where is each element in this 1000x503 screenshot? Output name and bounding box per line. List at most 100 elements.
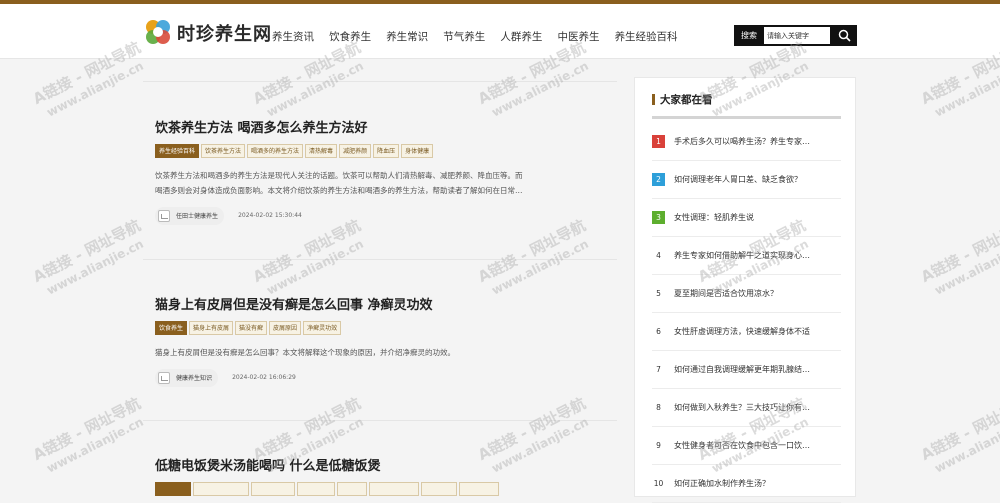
tag[interactable]: 减肥养颜 [339, 144, 372, 158]
tag[interactable] [421, 482, 457, 496]
popular-item-title: 如何通过自我调理缓解更年期乳腺结… [674, 365, 810, 374]
popular-item-title: 夏至期间是否适合饮用凉水？ [674, 289, 778, 298]
tag[interactable]: 清热解毒 [305, 144, 338, 158]
watermark-line: A链接 - 网址导航 [30, 394, 144, 465]
divider [143, 259, 617, 260]
nav-item-health-tips[interactable]: 养生常识 [386, 29, 428, 44]
popular-item[interactable]: 7 如何通过自我调理缓解更年期乳腺结… [652, 351, 841, 389]
watermark-line: A链接 - 网址导航 [918, 216, 1000, 287]
avatar-icon [158, 209, 170, 222]
popular-sidebar: 大家都在看 1 手术后多久可以喝养生汤？养生专家… 2 如何调理老年人胃口差、缺… [634, 77, 856, 503]
nav-item-diet[interactable]: 饮食养生 [329, 29, 371, 44]
rank-badge: 2 [652, 173, 665, 186]
search-label: 搜索 [741, 31, 757, 40]
watermark-line: www.alianjie.cn [44, 414, 146, 476]
nav-item-tcm[interactable]: 中医养生 [557, 29, 599, 44]
article-tags: 饮食养生 猫身上有皮屑 猫没有癣 皮屑原因 净癣灵功效 [155, 321, 343, 335]
article-tags: 养生经验百科 饮茶养生方法 喝酒多的养生方法 清热解毒 减肥养颜 降血压 身体健康 [155, 144, 435, 158]
rank-badge: 4 [656, 251, 661, 260]
popular-item[interactable]: 2 如何调理老年人胃口差、缺乏食欲？ [652, 161, 841, 199]
search-button[interactable] [832, 25, 857, 46]
popular-item[interactable]: 6 女性肝虚调理方法，快速缓解身体不适 [652, 313, 841, 351]
sidebar-title-underline [652, 116, 841, 119]
popular-item-title: 女性健身者可否在饮食中包含一口饮… [674, 441, 810, 450]
watermark: A链接 - 网址导航 www.alianjie.cn [30, 394, 152, 480]
sidebar-title-accent [652, 94, 655, 105]
search-input[interactable] [764, 27, 830, 44]
popular-item-title: 如何调理老年人胃口差、缺乏食欲？ [674, 175, 802, 184]
publish-date: 2024-02-02 16:06:29 [232, 374, 296, 381]
article-title[interactable]: 猫身上有皮屑但是没有癣是怎么回事 净癣灵功效 [155, 294, 433, 313]
rank-badge: 3 [652, 211, 665, 224]
sidebar-title: 大家都在看 [660, 94, 713, 106]
popular-item[interactable]: 3 女性调理：轻肌养生说 [652, 199, 841, 237]
watermark: A链接 - 网址导航 www.alianjie.cn [918, 216, 1000, 302]
tag[interactable]: 喝酒多的养生方法 [247, 144, 304, 158]
article-title[interactable]: 饮茶养生方法 喝酒多怎么养生方法好 [155, 117, 368, 136]
article-meta: 任田士健康养生 2024-02-02 15:30:44 [155, 205, 302, 225]
nav-item-health-news[interactable]: 养生资讯 [272, 29, 314, 44]
article-item: 饮茶养生方法 喝酒多怎么养生方法好 养生经验百科 饮茶养生方法 喝酒多的养生方法 清热… [143, 117, 617, 237]
tag[interactable] [297, 482, 335, 496]
popular-item-title: 如何正确加水制作养生汤？ [674, 479, 770, 488]
avatar-icon [158, 371, 170, 384]
rank-badge: 8 [656, 403, 661, 412]
tag[interactable]: 身体健康 [401, 144, 434, 158]
watermark: A链接 - 网址导航 www.alianjie.cn [30, 216, 152, 302]
rank-badge: 1 [652, 135, 665, 148]
popular-item-title: 女性肝虚调理方法，快速缓解身体不适 [674, 327, 810, 336]
nav-item-groups[interactable]: 人群养生 [500, 29, 542, 44]
rank-badge: 6 [656, 327, 661, 336]
site-header: 时珍养生网 养生资讯 饮食养生 养生常识 节气养生 人群养生 中医养生 养生经验… [0, 4, 1000, 59]
nav-item-encyclopedia[interactable]: 养生经验百科 [615, 29, 678, 44]
publish-date: 2024-02-02 15:30:44 [238, 212, 302, 219]
author-chip[interactable]: 任田士健康养生 [155, 206, 225, 225]
popular-item-title: 如何做到入秋养生？三大技巧让你有… [674, 403, 810, 412]
watermark-line: www.alianjie.cn [44, 236, 146, 298]
tag[interactable]: 净癣灵功效 [303, 321, 342, 335]
divider [143, 420, 617, 421]
article-excerpt: 饮茶养生方法和喝酒多的养生方法是现代人关注的话题。饮茶可以帮助人们清热解毒、减肥… [155, 168, 601, 198]
search-icon [838, 29, 851, 42]
popular-item[interactable]: 8 如何做到入秋养生？三大技巧让你有… [652, 389, 841, 427]
excerpt-line: 喝酒多则会对身体造成负面影响。本文将介绍饮茶的养生方法和喝酒多的养生方法，帮助读… [155, 186, 523, 195]
article-item: 低糖电饭煲米汤能喝吗 什么是低糖饭煲 [143, 455, 617, 496]
popular-item-title: 养生专家如何借助解牛之道实现身心… [674, 251, 810, 260]
tag[interactable] [337, 482, 367, 496]
category-tag[interactable]: 养生经验百科 [155, 144, 200, 158]
tag[interactable]: 猫没有癣 [235, 321, 268, 335]
watermark: A链接 - 网址导航 www.alianjie.cn [918, 394, 1000, 480]
category-tag[interactable] [155, 482, 191, 496]
author-chip[interactable]: 健康养生知识 [155, 368, 219, 387]
tag[interactable]: 皮屑原因 [269, 321, 302, 335]
tag[interactable]: 饮茶养生方法 [201, 144, 246, 158]
popular-item-title: 手术后多久可以喝养生汤？养生专家… [674, 137, 810, 146]
article-meta: 健康养生知识 2024-02-02 16:06:29 [155, 367, 296, 387]
excerpt-line: 饮茶养生方法和喝酒多的养生方法是现代人关注的话题。饮茶可以帮助人们清热解毒、减肥… [155, 171, 523, 180]
watermark-line: A链接 - 网址导航 [30, 216, 144, 287]
popular-item[interactable]: 9 女性健身者可否在饮食中包含一口饮… [652, 427, 841, 465]
popular-item[interactable]: 5 夏至期间是否适合饮用凉水？ [652, 275, 841, 313]
article-excerpt: 猫身上有皮屑但是没有癣是怎么回事？本文将解释这个现象的原因，并介绍净癣灵的功效。 [155, 345, 601, 360]
article-title[interactable]: 低糖电饭煲米汤能喝吗 什么是低糖饭煲 [155, 455, 381, 474]
divider [143, 81, 617, 82]
tag[interactable] [369, 482, 419, 496]
search-box: 搜索 [734, 25, 857, 46]
logo-mark-icon [146, 20, 170, 44]
popular-item-title: 女性调理：轻肌养生说 [674, 213, 754, 222]
tag[interactable]: 降血压 [373, 144, 400, 158]
site-logo-text: 时珍养生网 [177, 24, 272, 45]
popular-item[interactable]: 4 养生专家如何借助解牛之道实现身心… [652, 237, 841, 275]
watermark-line: A链接 - 网址导航 [918, 394, 1000, 465]
rank-badge: 7 [656, 365, 661, 374]
author-name: 任田士健康养生 [176, 213, 219, 220]
popular-item[interactable]: 1 手术后多久可以喝养生汤？养生专家… [652, 123, 841, 161]
nav-item-seasonal[interactable]: 节气养生 [443, 29, 485, 44]
tag[interactable] [459, 482, 499, 496]
category-tag[interactable]: 饮食养生 [155, 321, 188, 335]
author-name: 健康养生知识 [176, 375, 213, 382]
tag[interactable]: 猫身上有皮屑 [189, 321, 234, 335]
tag[interactable] [251, 482, 295, 496]
tag[interactable] [193, 482, 249, 496]
popular-item[interactable]: 10 如何正确加水制作养生汤？ [652, 465, 841, 503]
